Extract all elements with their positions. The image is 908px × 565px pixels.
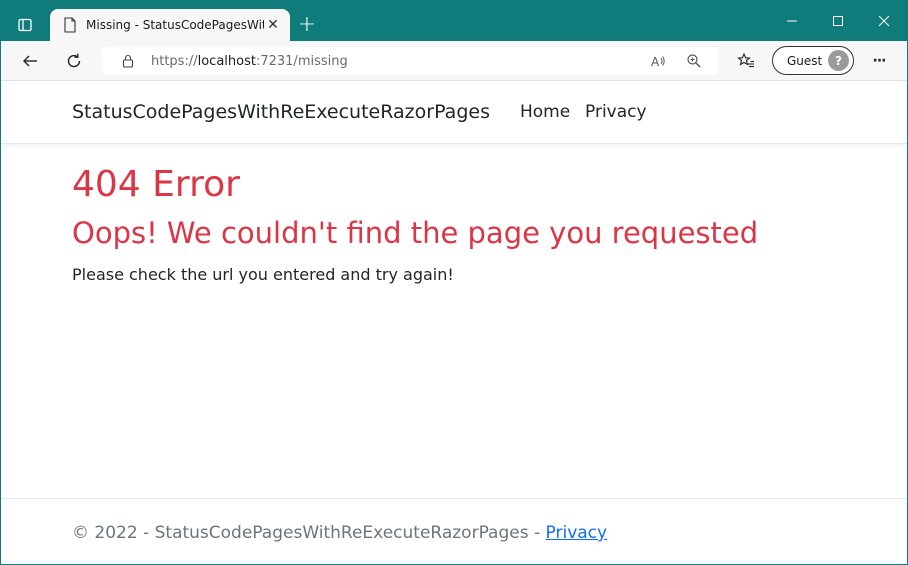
page-content: StatusCodePagesWithReExecuteRazorPages H… bbox=[1, 82, 907, 564]
footer-text: © 2022 - StatusCodePagesWithReExecuteRaz… bbox=[72, 523, 607, 543]
nav-link-home[interactable]: Home bbox=[520, 102, 570, 122]
footer-copyright: © 2022 - StatusCodePagesWithReExecuteRaz… bbox=[72, 523, 546, 543]
error-title: 404 Error bbox=[72, 164, 240, 205]
nav-link-privacy[interactable]: Privacy bbox=[585, 102, 647, 122]
active-tab[interactable]: Missing - StatusCodePagesWithReExecuteRa… bbox=[50, 9, 290, 41]
url-path: :7231/missing bbox=[255, 53, 348, 69]
zoom-icon[interactable] bbox=[686, 53, 702, 69]
address-bar[interactable]: https://localhost:7231/missing A bbox=[102, 47, 718, 75]
tab-actions-icon[interactable] bbox=[11, 11, 39, 39]
browser-window: Missing - StatusCodePagesWithReExecuteRa… bbox=[0, 0, 908, 565]
lock-icon[interactable] bbox=[120, 53, 136, 69]
url-text: https://localhost:7231/missing bbox=[151, 54, 348, 69]
tab-title: Missing - StatusCodePagesWithReExecuteRa… bbox=[86, 18, 264, 32]
tab-strip: Missing - StatusCodePagesWithReExecuteRa… bbox=[1, 1, 907, 41]
url-scheme: https:// bbox=[151, 53, 198, 69]
page-icon bbox=[62, 17, 78, 33]
svg-text:A: A bbox=[651, 55, 660, 69]
refresh-icon[interactable] bbox=[60, 47, 88, 75]
site-brand[interactable]: StatusCodePagesWithReExecuteRazorPages bbox=[72, 101, 490, 123]
avatar: ? bbox=[828, 50, 849, 71]
browser-toolbar: https://localhost:7231/missing A Guest ?… bbox=[1, 41, 907, 81]
site-navbar: StatusCodePagesWithReExecuteRazorPages H… bbox=[1, 82, 907, 144]
footer-privacy-link[interactable]: Privacy bbox=[546, 523, 608, 543]
site-footer: © 2022 - StatusCodePagesWithReExecuteRaz… bbox=[1, 498, 907, 564]
more-menu-icon[interactable]: ··· bbox=[865, 47, 893, 75]
window-controls bbox=[769, 1, 907, 41]
profile-label: Guest bbox=[787, 53, 823, 68]
close-icon[interactable] bbox=[861, 1, 907, 41]
tab-close-button[interactable]: ✕ bbox=[264, 16, 282, 34]
back-arrow-icon[interactable] bbox=[16, 47, 44, 75]
minimize-icon[interactable] bbox=[769, 1, 815, 41]
profile-button[interactable]: Guest ? bbox=[772, 46, 854, 75]
maximize-icon[interactable] bbox=[815, 1, 861, 41]
new-tab-button[interactable]: + bbox=[295, 13, 319, 37]
error-message: Please check the url you entered and try… bbox=[72, 265, 454, 284]
read-aloud-icon[interactable]: A bbox=[650, 53, 666, 69]
error-subtitle: Oops! We couldn't find the page you requ… bbox=[72, 216, 759, 250]
favorites-icon[interactable] bbox=[732, 47, 760, 75]
url-host: localhost bbox=[197, 53, 256, 69]
